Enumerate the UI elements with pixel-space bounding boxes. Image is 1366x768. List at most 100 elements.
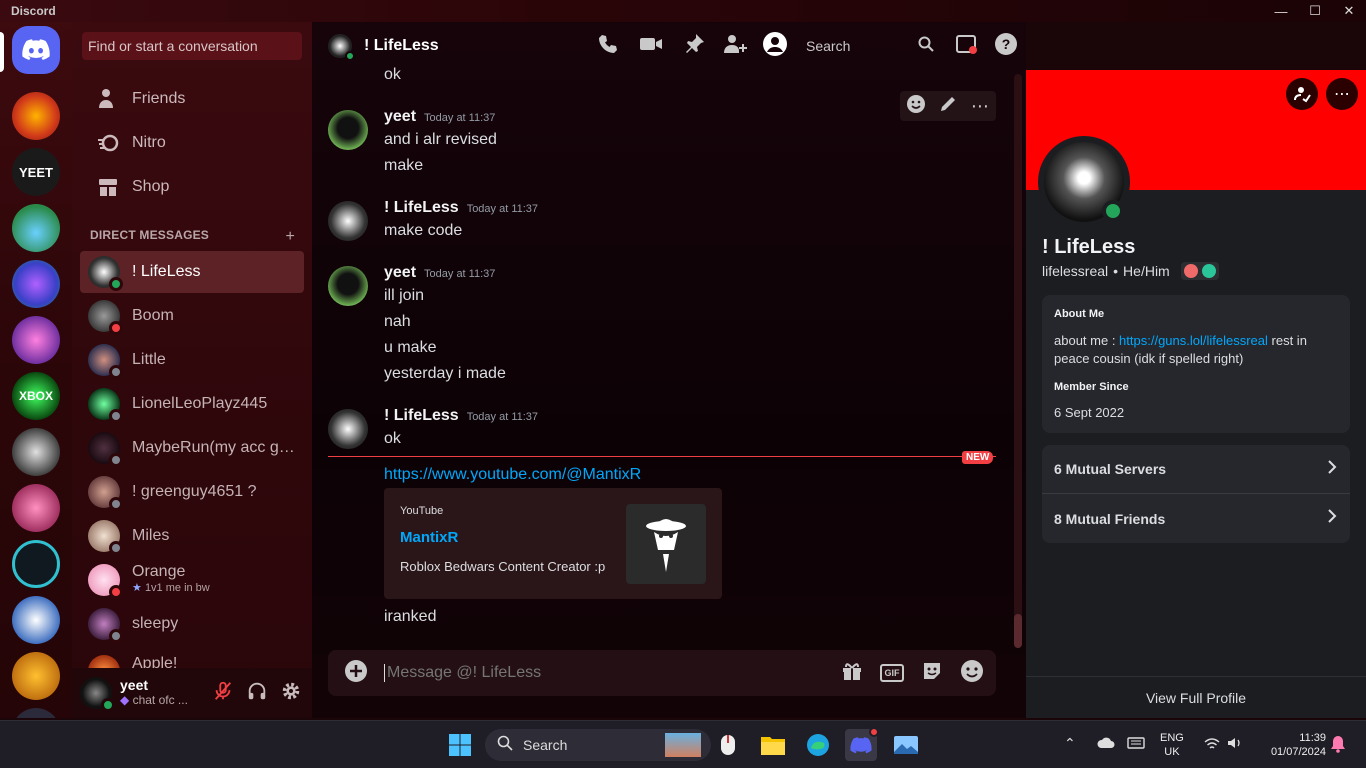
notification-bell-icon[interactable] [1330,735,1346,758]
windows-start-icon[interactable] [444,729,476,761]
message-avatar[interactable] [328,110,368,150]
nitro-icon [84,131,132,155]
home-button[interactable] [12,26,60,74]
server-icon[interactable] [12,316,60,364]
dm-item[interactable]: Apple! [80,647,304,669]
discord-taskbar-icon[interactable] [845,727,879,761]
taskbar-search[interactable]: Search [485,729,711,761]
language-indicator[interactable]: ENG UK [1160,731,1184,759]
create-dm-button[interactable]: + [285,228,295,246]
message-text: nah [384,313,411,330]
view-full-profile-button[interactable]: View Full Profile [1026,676,1366,718]
message-author[interactable]: ! LifeLess [384,199,459,217]
attach-plus-icon[interactable] [344,659,368,688]
server-icon[interactable] [12,260,60,308]
nav-nitro[interactable]: Nitro [80,122,304,164]
message-avatar[interactable] [328,266,368,306]
edge-browser-icon[interactable] [802,729,834,761]
mutual-friends-label: 8 Mutual Friends [1054,510,1166,527]
chat-search-input[interactable]: Search [798,32,942,60]
status-offline-icon [109,541,123,555]
find-conversation-button[interactable]: Find or start a conversation [82,32,302,60]
dm-item[interactable]: Orange ★ 1v1 me in bw [80,559,304,601]
inbox-icon[interactable] [954,32,978,61]
message-avatar[interactable] [328,201,368,241]
onedrive-icon[interactable] [1096,735,1116,756]
user-profile-icon[interactable] [762,31,788,62]
message-author[interactable]: ! LifeLess [384,407,459,425]
dm-item[interactable]: Miles [80,515,304,557]
member-since-date: 6 Sept 2022 [1054,405,1125,420]
server-icon[interactable] [12,484,60,532]
server-icon[interactable] [12,428,60,476]
help-icon[interactable]: ? [994,32,1018,61]
message-author[interactable]: yeet [384,108,416,126]
gift-icon[interactable] [840,659,864,688]
about-link[interactable]: https://guns.lol/lifelessreal [1119,333,1268,348]
status-online-icon [101,698,115,712]
server-icon[interactable] [12,204,60,252]
nav-friends[interactable]: Friends [80,78,304,120]
dm-item[interactable]: MaybeRun(my acc got... [80,427,304,469]
chat-scrollbar-thumb[interactable] [1014,614,1022,648]
embed-thumbnail[interactable] [626,504,706,584]
add-friends-to-dm-icon[interactable] [722,32,748,61]
system-clock[interactable]: 11:39 01/07/2024 [1256,731,1326,759]
minimize-icon[interactable]: — [1264,0,1298,22]
chevron-up-icon[interactable]: ⌃ [1064,735,1076,752]
server-icon[interactable] [12,708,60,718]
nav-shop[interactable]: Shop [80,166,304,208]
server-icon[interactable] [12,540,60,588]
embed-title[interactable]: MantixR [400,529,458,546]
dm-item[interactable]: Boom [80,295,304,337]
emoji-icon[interactable] [960,659,984,688]
profile-avatar[interactable] [1038,136,1130,228]
link-embed: YouTube MantixR Roblox Bedwars Content C… [384,488,722,599]
dm-item[interactable]: LionelLeoPlayz445 [80,383,304,425]
message-avatar[interactable] [328,409,368,449]
maximize-icon[interactable]: ☐ [1298,0,1332,22]
mutual-friends-row[interactable]: 8 Mutual Friends [1042,494,1350,543]
dm-item[interactable]: Little [80,339,304,381]
heart-badge-icon[interactable] [1183,264,1198,278]
wifi-icon[interactable] [1204,737,1220,755]
message-link[interactable]: https://www.youtube.com/@MantixR [384,466,641,484]
server-icon-yeet[interactable]: YEET [12,148,60,196]
svg-text:?: ? [1002,36,1011,52]
server-icon[interactable] [12,92,60,140]
volume-icon[interactable] [1227,736,1243,755]
mutual-servers-row[interactable]: 6 Mutual Servers [1042,445,1350,494]
status-online-icon [1102,200,1124,222]
sticker-icon[interactable] [920,659,944,688]
user-status: ◆ chat ofc ... [120,693,188,707]
dm-item[interactable]: ! greenguy4651 ? [80,471,304,513]
voice-call-icon[interactable] [596,32,620,61]
gif-button[interactable]: GIF [880,664,904,682]
status-offline-icon [109,453,123,467]
server-icon[interactable] [12,596,60,644]
dm-item[interactable]: sleepy [80,603,304,645]
server-icon-xbox[interactable]: XBOX [12,372,60,420]
close-icon[interactable]: ✕ [1332,0,1366,22]
mouse-app-icon[interactable] [712,729,744,761]
chat-scrollbar[interactable] [1014,74,1022,648]
add-note-icon[interactable] [1286,78,1318,110]
pinned-messages-icon[interactable] [682,32,706,61]
photos-app-icon[interactable] [890,729,922,761]
settings-gear-icon[interactable] [280,680,302,707]
keyboard-icon[interactable] [1127,736,1145,755]
server-icon[interactable] [12,652,60,700]
more-options-icon[interactable]: ⋯ [1326,78,1358,110]
nav-nitro-label: Nitro [132,134,166,151]
message-author[interactable]: yeet [384,264,416,282]
user-avatar[interactable] [80,677,115,712]
hashtag-badge-icon[interactable] [1201,264,1216,278]
dm-item[interactable]: ! LifeLess [80,251,304,293]
message-input[interactable] [384,664,840,682]
headphones-icon[interactable] [246,680,268,707]
chat-panel: ! LifeLess Search ? ok ⋯ yeet Today at 11… [312,22,1026,718]
video-call-icon[interactable] [638,32,664,61]
file-explorer-icon[interactable] [757,729,789,761]
profile-badges [1180,262,1219,280]
mute-mic-icon[interactable] [212,680,234,707]
